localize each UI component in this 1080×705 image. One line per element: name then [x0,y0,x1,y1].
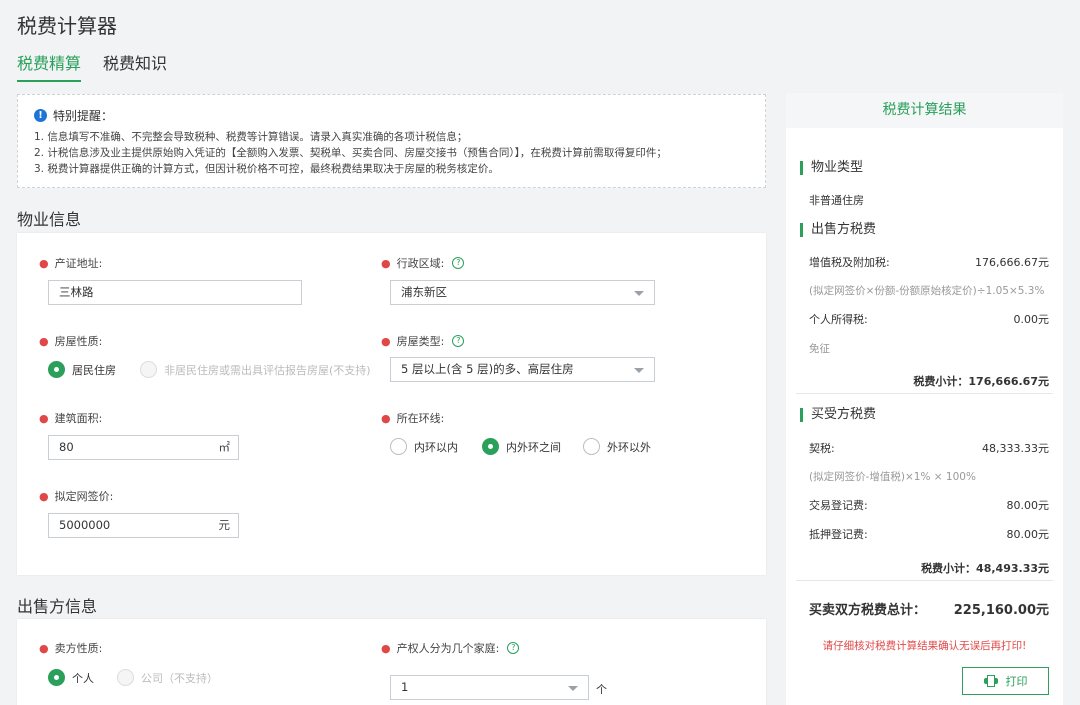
radio-residential[interactable]: 居民住房 [48,361,116,378]
income-tax-value: 0.00元 [1013,313,1050,326]
vat-value: 176,666.67元 [975,256,1049,269]
required-mark: ● [381,334,391,348]
vat-label: 增值税及附加税: [809,256,890,269]
tab-tax-calc[interactable]: 税费精算 [17,50,82,82]
app-title: 税费计算器 [17,14,117,38]
district-label: 行政区域: [396,257,445,270]
mortgage-reg-value: 80.00元 [1006,528,1050,541]
required-mark: ● [39,411,49,425]
help-icon[interactable]: ? [452,335,465,347]
divider [796,393,1053,394]
chevron-down-icon [634,368,644,373]
seller-section-title: 出售方信息 [17,597,98,616]
area-label: 建筑面积: [54,412,103,425]
buyer-subtotal: 税费小计：48,493.33元 [921,562,1049,575]
radio-dot [48,669,65,686]
area-input[interactable]: 80 ㎡ [48,435,239,460]
ring-label: 所在环线: [396,412,445,425]
required-mark: ● [381,256,391,270]
price-input[interactable]: 5000000 元 [48,513,239,538]
notice-line-1: 1. 信息填写不准确、不完整会导致税种、税费等计算错误。请录入真实准确的各项计税… [34,131,468,143]
print-button[interactable]: 打印 [962,667,1049,695]
radio-non-residential[interactable]: 非居民住房或需出具评估报告房屋(不支持) [140,361,371,378]
area-unit: ㎡ [218,440,231,454]
total-label: 买卖双方税费总计： [809,603,927,618]
required-mark: ● [381,411,391,425]
info-icon: ! [34,109,47,122]
result-panel: 税费计算结果 物业类型 非普通住房 出售方税费 增值税及附加税: 176,666.… [786,93,1063,705]
special-notice: ! 特别提醒： 1. 信息填写不准确、不完整会导致税种、税费等计算错误。请录入真… [17,94,766,188]
radio-dot [583,438,600,455]
required-mark: ● [39,641,49,655]
radio-outer-ring[interactable]: 外环以外 [583,438,651,455]
seller-card: ● 卖方性质: 个人 公司（不支持） ● 产权人分为几个家庭:? 1 个 [17,619,766,705]
seller-subtotal: 税费小计：176,666.67元 [913,375,1049,388]
property-type-value: 非普通住房 [809,194,864,207]
notice-line-3: 3. 税费计算器提供正确的计算方式，但因计税价格不可控，最终税费结果取决于房屋的… [34,163,499,175]
radio-inner-ring[interactable]: 内环以内 [390,438,458,455]
print-warning: 请仔细核对税费计算结果确认无误后再打印! [822,640,1027,652]
price-unit: 元 [218,518,231,532]
radio-between-rings[interactable]: 内外环之间 [482,438,561,455]
income-tax-note: 免征 [809,343,830,355]
print-label: 打印 [1005,675,1028,688]
address-input[interactable]: 三林路 [48,280,302,305]
total-value: 225,160.00元 [953,603,1049,618]
notice-line-2: 2. 计税信息涉及业主提供原始购入凭证的【全额购入发票、契税单、买卖合同、房屋交… [34,147,667,159]
tab-tax-knowledge[interactable]: 税费知识 [103,50,167,82]
families-label: 产权人分为几个家庭: [396,642,500,655]
seller-tax-heading: 出售方税费 [800,223,876,237]
house-type-label: 房屋类型: [396,335,445,348]
help-icon[interactable]: ? [452,257,465,269]
seller-nature-label: 卖方性质: [54,642,103,655]
chevron-down-icon [634,291,644,296]
vat-formula: (拟定网签价×份额-份额原始核定价)÷1.05×5.3% [809,285,1045,297]
house-nature-label: 房屋性质: [54,335,103,348]
result-title: 税费计算结果 [786,93,1063,128]
radio-company[interactable]: 公司（不支持） [117,669,218,686]
property-section-title: 物业信息 [17,210,82,229]
radio-dot [140,361,157,378]
property-card: ● 产证地址: 三林路 ● 行政区域:? 浦东新区 ● 房屋性质: 居民住房 非居民住… [17,233,766,575]
required-mark: ● [39,489,49,503]
income-tax-label: 个人所得税: [809,313,868,326]
required-mark: ● [39,334,49,348]
families-select[interactable]: 1 [390,675,589,700]
house-type-select[interactable]: 5 层以上(含 5 层)的多、高层住房 [390,357,655,382]
radio-dot [117,669,134,686]
radio-dot [482,438,499,455]
buyer-tax-heading: 买受方税费 [800,408,876,422]
help-icon[interactable]: ? [507,642,520,654]
divider [796,580,1053,581]
notice-title: 特别提醒： [53,109,114,123]
required-mark: ● [381,641,391,655]
required-mark: ● [39,256,49,270]
price-label: 拟定网签价: [54,490,114,503]
printer-icon [983,675,998,687]
mortgage-reg-label: 抵押登记费: [809,528,868,541]
radio-individual[interactable]: 个人 [48,669,94,686]
district-select[interactable]: 浦东新区 [390,280,655,305]
deed-tax-formula: (拟定网签价-增值税)×1% × 100% [809,471,976,483]
tab-bar: 税费精算 税费知识 [17,50,167,82]
deed-tax-label: 契税: [809,442,835,455]
radio-dot [48,361,65,378]
radio-dot [390,438,407,455]
property-type-heading: 物业类型 [800,161,863,175]
trade-reg-label: 交易登记费: [809,499,868,512]
address-label: 产证地址: [54,257,103,270]
trade-reg-value: 80.00元 [1006,499,1050,512]
families-unit: 个 [596,683,607,696]
deed-tax-value: 48,333.33元 [982,442,1049,455]
chevron-down-icon [568,686,578,691]
